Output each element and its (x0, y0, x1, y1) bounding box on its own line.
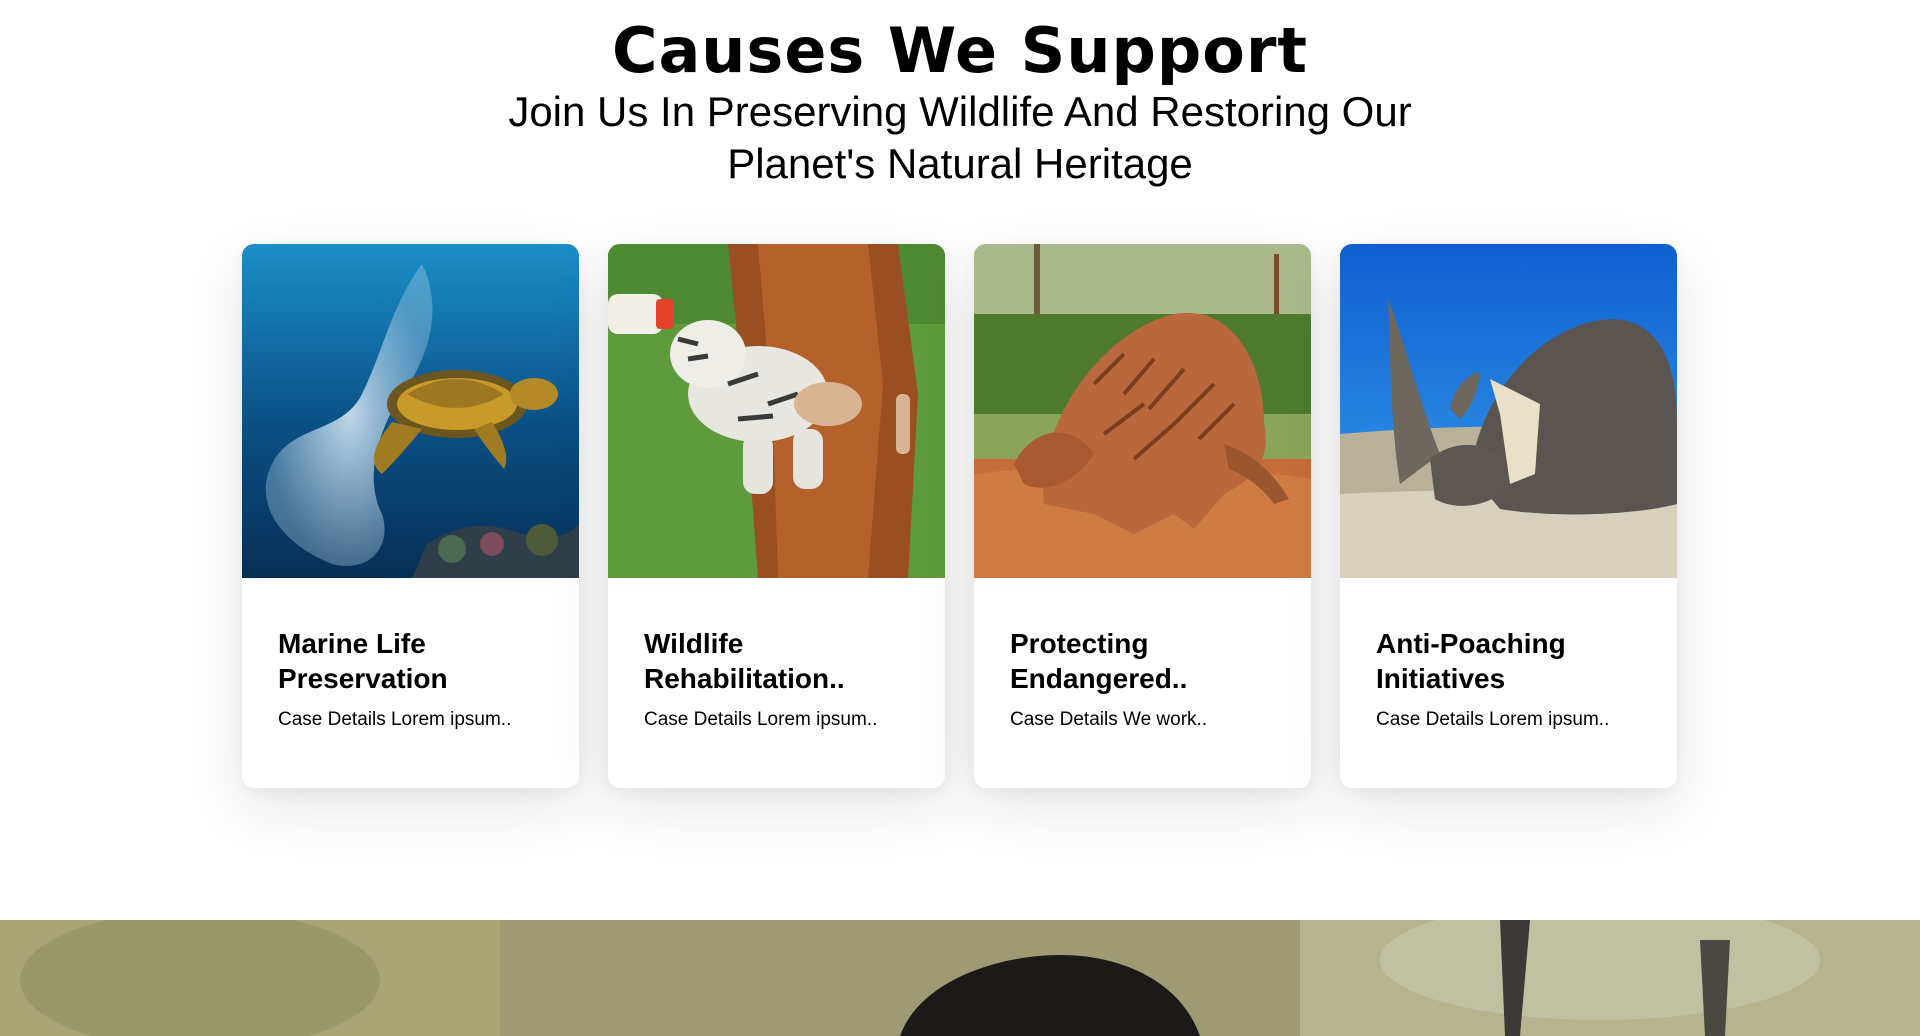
card-description: Case Details Lorem ipsum.. (644, 709, 878, 730)
next-section-hero-photo (0, 920, 1920, 1036)
card-description: Case Details We work.. (1010, 709, 1208, 730)
card-description: Case Details Lorem ipsum.. (1376, 709, 1610, 730)
section-title: Causes We Support (611, 14, 1309, 87)
cause-card-marine-life[interactable]: Marine Life Preservation Case Details Lo… (242, 244, 579, 788)
cause-card-anti-poaching[interactable]: Anti-Poaching Initiatives Case Details L… (1340, 244, 1677, 788)
card-title: Wildlife Rehabilitation.. (644, 628, 845, 694)
section-subtitle: Join Us In Preserving Wildlife And Resto… (508, 88, 1412, 187)
cause-card-wildlife-rehabilitation[interactable]: Wildlife Rehabilitation.. Case Details L… (608, 244, 945, 788)
causes-section: Causes We Support Join Us In Preserving … (0, 0, 1920, 920)
card-description: Case Details Lorem ipsum.. (278, 709, 512, 730)
card-title: Protecting Endangered.. (1010, 628, 1188, 694)
pangolin-photo[interactable] (974, 244, 1311, 578)
cause-card-protecting-endangered[interactable]: Protecting Endangered.. Case Details We … (974, 244, 1311, 788)
sea-turtle-plastic-photo[interactable] (242, 244, 579, 578)
tiger-cub-feeding-photo[interactable] (608, 244, 945, 578)
rhino-photo[interactable] (1340, 244, 1677, 578)
card-title: Anti-Poaching Initiatives (1376, 628, 1566, 694)
causes-card-grid: Marine Life Preservation Case Details Lo… (242, 244, 1678, 788)
card-title: Marine Life Preservation (278, 628, 448, 694)
